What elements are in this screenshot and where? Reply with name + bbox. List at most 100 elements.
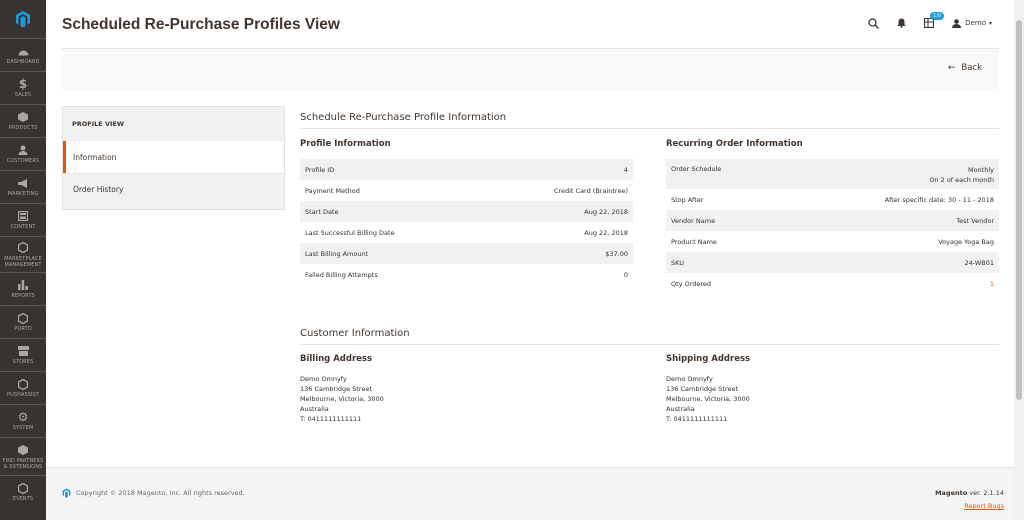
qty-ordered-value: 1	[989, 279, 994, 288]
menu-item-find-partners[interactable]: FIND PARTNERS & EXTENSIONS	[0, 437, 46, 475]
search-icon	[868, 17, 880, 29]
table-row: Product Name Voyage Yoga Bag	[666, 231, 999, 252]
order-schedule-day: On 2 of each month	[929, 176, 994, 184]
order-schedule-frequency: Monthly	[967, 166, 994, 174]
table-row: Last Billing Amount $37.00	[300, 243, 633, 264]
table-row: Profile ID 4	[300, 159, 633, 180]
header-actions: 1/0 Demo ▾	[850, 12, 992, 32]
row-value: 4	[623, 165, 628, 174]
page-title: Scheduled Re-Purchase Profiles View	[62, 16, 340, 33]
table-row: Qty Ordered 1	[666, 273, 999, 294]
menu-label: CUSTOMERS	[6, 158, 40, 164]
menu-item-stores[interactable]: STORES	[0, 338, 46, 371]
user-account-button[interactable]: Demo ▾	[952, 18, 992, 28]
shipping-address-title: Shipping Address	[666, 354, 751, 364]
row-value: Voyage Yoga Bag	[938, 237, 994, 246]
menu-item-porto[interactable]: PORTO	[0, 305, 46, 338]
search-button[interactable]	[868, 17, 880, 29]
admin-sidebar: DASHBOARD $ SALES PRODUCTS CUSTOMERS MAR…	[0, 0, 46, 520]
page-scrollbar[interactable]	[1014, 0, 1024, 520]
version-text: ver. 2.1.14	[969, 489, 1004, 497]
hexagon-icon	[17, 482, 29, 494]
row-label: Failed Billing Attempts	[305, 270, 378, 279]
table-row: Failed Billing Attempts 0	[300, 264, 633, 285]
tabs-title: PROFILE VIEW	[72, 120, 125, 128]
user-icon	[17, 144, 29, 156]
table-row: Stop After After specific date: 30 - 11 -…	[666, 189, 999, 210]
table-row: Start Date Aug 22, 2018	[300, 201, 633, 222]
tab-order-history[interactable]: Order History	[63, 173, 284, 205]
store-icon	[17, 345, 29, 357]
profile-info-title: Profile Information	[300, 139, 391, 149]
user-name: Demo	[965, 19, 986, 27]
row-label: Qty Ordered	[671, 279, 712, 288]
dashboard-icon	[17, 45, 29, 57]
menu-item-reports[interactable]: REPORTS	[0, 272, 46, 305]
profile-view-tabs: PROFILE VIEW Information Order History	[62, 106, 285, 210]
row-value: Credit Card (Braintree)	[553, 186, 628, 195]
billing-phone: T: 0411111111111	[300, 415, 362, 423]
row-label: Vendor Name	[671, 216, 716, 225]
menu-item-customers[interactable]: CUSTOMERS	[0, 137, 46, 170]
menu-label: PRODUCTS	[8, 125, 38, 131]
menu-item-marketing[interactable]: MARKETING	[0, 170, 46, 203]
table-row: Order Schedule Monthly On 2 of each mont…	[666, 159, 999, 189]
recurring-info-title: Recurring Order Information	[666, 139, 803, 149]
notifications-button[interactable]	[897, 18, 906, 28]
menu-label: CONTENT	[10, 224, 36, 230]
dollar-icon: $	[18, 77, 28, 91]
row-value: Test Vendor	[956, 216, 994, 225]
gear-icon: ⚙	[17, 410, 29, 424]
brand-name: Magento	[935, 489, 968, 497]
shipping-country: Australia	[666, 405, 695, 413]
menu-item-dashboard[interactable]: DASHBOARD	[0, 38, 46, 71]
menu-item-pushassist[interactable]: PUSHASSIST	[0, 371, 46, 404]
arrow-left-icon: ←	[947, 63, 956, 73]
system-messages-button[interactable]: 1/0	[924, 12, 945, 28]
recurring-info-table: Order Schedule Monthly On 2 of each mont…	[666, 159, 999, 294]
shipping-city: Melbourne, Victoria, 3000	[666, 395, 750, 403]
menu-item-content[interactable]: CONTENT	[0, 203, 46, 236]
shipping-address: Demo Omnyfy 136 Cambridge Street Melbour…	[666, 374, 750, 424]
hexagon-icon	[17, 242, 29, 254]
menu-item-products[interactable]: PRODUCTS	[0, 104, 46, 137]
row-value: $37.00	[605, 249, 628, 258]
back-button[interactable]: ← Back	[948, 63, 982, 73]
magento-logo[interactable]	[0, 0, 46, 38]
row-label: Payment Method	[305, 186, 360, 195]
menu-label: SYSTEM	[12, 425, 34, 431]
billing-address-title: Billing Address	[300, 354, 373, 364]
schedule-section-title: Schedule Re-Purchase Profile Information	[300, 112, 999, 129]
bar-chart-icon	[17, 279, 29, 291]
menu-label: MARKETING	[7, 191, 39, 197]
menu-item-sales[interactable]: $ SALES	[0, 71, 46, 104]
back-label: Back	[961, 63, 982, 73]
row-value: 24-WB01	[964, 258, 994, 267]
page-actions-bar: ← Back	[62, 48, 999, 89]
report-bugs-link[interactable]: Report Bugs	[964, 502, 1004, 510]
menu-item-events[interactable]: EVENTS	[0, 475, 46, 508]
menu-item-marketplace[interactable]: MARKETPLACE MANAGEMENT	[0, 236, 46, 272]
notification-count-badge: 1/0	[930, 12, 945, 20]
table-row: Vendor Name Test Vendor	[666, 210, 999, 231]
hexagon-icon	[17, 312, 29, 324]
table-row: Last Successful Billing Date Aug 22, 2018	[300, 222, 633, 243]
row-label: SKU	[671, 258, 684, 267]
profile-info-table: Profile ID 4 Payment Method Credit Card (B…	[300, 159, 633, 285]
row-value: After specific date: 30 - 11 - 2018	[884, 195, 994, 204]
row-label: Stop After	[671, 195, 704, 204]
menu-label: STORES	[12, 359, 34, 365]
tab-information[interactable]: Information	[63, 141, 284, 173]
row-value: Aug 22, 2018	[584, 207, 628, 216]
menu-item-system[interactable]: ⚙ SYSTEM	[0, 404, 46, 437]
chevron-down-icon: ▾	[988, 19, 992, 27]
user-icon	[952, 18, 962, 28]
row-label: Last Billing Amount	[305, 249, 369, 258]
scroll-thumb[interactable]	[1016, 20, 1022, 400]
row-value: 0	[623, 270, 628, 279]
hexagon-icon	[17, 378, 29, 390]
row-value: Monthly On 2 of each month	[929, 165, 994, 189]
billing-street: 136 Cambridge Street	[300, 385, 372, 393]
layout-icon	[17, 210, 29, 222]
row-label: Product Name	[671, 237, 717, 246]
